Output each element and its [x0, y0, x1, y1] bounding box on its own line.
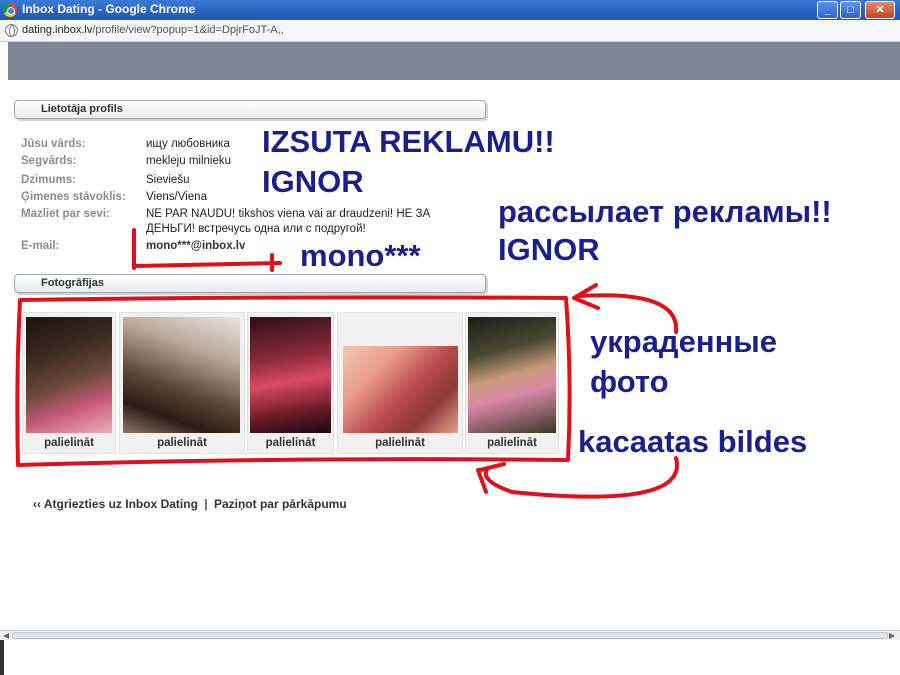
enlarge-link-2[interactable]: palielināt [119, 437, 245, 449]
address-bar[interactable]: dating.inbox.lv/profile/view?popup=1&id=… [0, 20, 900, 42]
profile-photo-2[interactable] [123, 317, 240, 433]
bottom-arrow-marker [476, 456, 680, 499]
profile-photo-1[interactable] [26, 317, 112, 433]
field-value-gender: Sieviešu [146, 174, 190, 186]
scroll-left-arrow-icon[interactable]: ◀ [3, 631, 9, 640]
bottom-left-edge [0, 640, 4, 675]
maximize-button[interactable]: □ [840, 1, 861, 19]
profile-photo-5[interactable] [468, 317, 556, 433]
url-text[interactable]: dating.inbox.lv/profile/view?popup=1&id=… [22, 24, 284, 36]
photos-section-header: Fotogrāfijas [14, 274, 486, 293]
field-label-gender: Dzimums: [21, 174, 76, 186]
annotation-mono: mono*** [300, 238, 421, 273]
horizontal-scrollbar[interactable]: ◀ ▶ [0, 630, 900, 640]
profile-photo-4[interactable] [343, 346, 458, 433]
enlarge-link-1[interactable]: palielināt [22, 437, 116, 449]
annotation-ignor-1: IGNOR [262, 164, 364, 199]
enlarge-link-4[interactable]: palielināt [337, 437, 463, 449]
profile-section-title: Lietotāja profils [41, 103, 123, 115]
chrome-logo-icon [3, 3, 17, 17]
back-link[interactable]: Atgriezties uz Inbox Dating [44, 497, 198, 511]
window-title: Inbox Dating - Google Chrome [22, 2, 196, 16]
field-value-about-line2: ДЕНЬГИ! встречусь одна или с подругой! [146, 223, 366, 235]
back-chevron-icon: ‹‹ [33, 497, 41, 511]
scrollbar-thumb[interactable] [12, 632, 888, 639]
bottom-blank-area [0, 640, 900, 675]
annotation-rassylaet: рассылает рекламы!! [498, 194, 832, 229]
field-label-marital: Ģimenes stāvoklis: [21, 191, 126, 203]
annotation-stolen-photos-line2: фото [590, 364, 669, 399]
url-host: dating.inbox.lv [22, 24, 93, 36]
field-value-name: ищу любовника [146, 138, 230, 150]
field-label-email: E-mail: [21, 240, 60, 252]
field-label-nickname: Segvārds: [21, 155, 77, 167]
page-header-bar [8, 42, 900, 80]
footer-links: ‹‹ Atgriezties uz Inbox Dating | Paziņot… [33, 497, 347, 511]
field-value-email[interactable]: mono***@inbox.lv [146, 240, 245, 252]
browser-window: Inbox Dating - Google Chrome _ □ ✕ datin… [0, 0, 900, 675]
annotation-stolen-photos-line1: украденные [590, 324, 778, 359]
field-label-about: Mazliet par sevi: [21, 208, 110, 220]
url-path: /profile/view?popup=1&id=DpjrFoJT-A,, [92, 24, 284, 36]
footer-separator: | [204, 497, 208, 511]
annotation-kacaatas-bildes: kacaatas bildes [578, 424, 808, 459]
enlarge-link-5[interactable]: palielināt [465, 437, 559, 449]
globe-icon [5, 24, 18, 37]
report-link[interactable]: Paziņot par pārkāpumu [214, 497, 347, 511]
field-label-name: Jūsu vārds: [21, 138, 86, 150]
photos-section-title: Fotogrāfijas [41, 277, 104, 289]
profile-photo-3[interactable] [250, 317, 331, 433]
minimize-button[interactable]: _ [817, 1, 838, 19]
field-value-nickname: mekleju milnieku [146, 155, 232, 167]
title-bar: Inbox Dating - Google Chrome _ □ ✕ [0, 0, 900, 20]
scroll-right-arrow-icon[interactable]: ▶ [889, 631, 895, 640]
enlarge-link-3[interactable]: palielināt [247, 437, 334, 449]
profile-section-header: Lietotāja profils [14, 100, 486, 119]
field-value-about-line1: NE PAR NAUDU! tikshos viena vai ar draud… [146, 208, 431, 220]
close-button[interactable]: ✕ [865, 1, 895, 19]
annotation-ignor-2: IGNOR [498, 232, 600, 267]
field-value-marital: Viens/Viena [146, 191, 207, 203]
annotation-izsuta-reklamu: IZSUTA REKLAMU!! [262, 124, 555, 159]
